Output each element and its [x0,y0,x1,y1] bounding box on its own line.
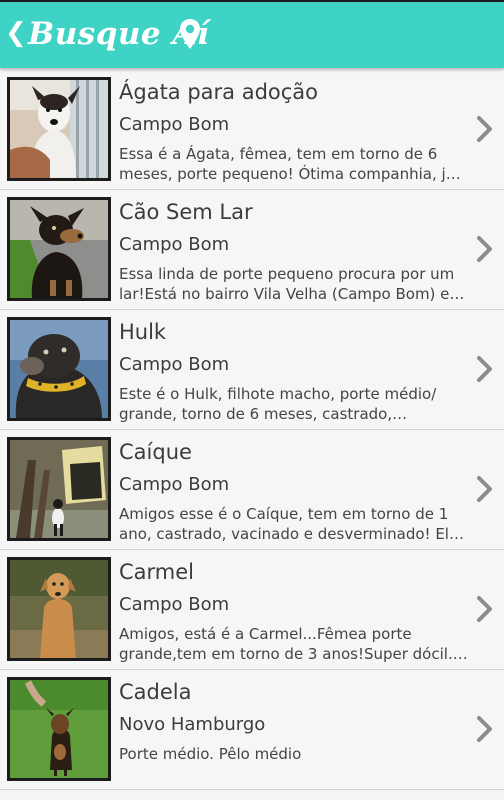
chevron-right-icon[interactable] [476,715,494,743]
pet-city: Campo Bom [119,474,230,495]
pet-photo [7,197,111,301]
list-item[interactable]: Hulk Campo Bom Este é o Hulk, filhote ma… [0,310,504,430]
pet-city: Campo Bom [119,114,230,135]
pet-city: Campo Bom [119,234,230,255]
chevron-right-icon[interactable] [476,355,494,383]
pet-city: Campo Bom [119,594,230,615]
app-header: ❮ Busque Aí [0,2,504,68]
pet-name: Ágata para adoção [119,80,319,104]
pet-photo [7,317,111,421]
list-item[interactable]: Ágata para adoção Campo Bom Essa é a Ága… [0,70,504,190]
chevron-right-icon[interactable] [476,475,494,503]
chevron-left-icon[interactable]: ❮ [5,18,27,48]
pet-description: Essa linda de porte pequeno procura por … [119,265,455,303]
chevron-right-icon[interactable] [476,115,494,143]
chevron-right-icon[interactable] [476,595,494,623]
pet-photo [7,437,111,541]
location-pin-icon[interactable] [179,18,201,50]
pet-name: Hulk [119,320,167,344]
pet-name: Carmel [119,560,195,584]
pet-description: Essa é a Ágata, fêmea, tem em torno de 6… [119,145,455,183]
pet-photo [7,77,111,181]
pet-city: Campo Bom [119,354,230,375]
pet-name: Caíque [119,440,192,464]
pet-photo [7,677,111,781]
pet-name: Cadela [119,680,192,704]
pet-description: Porte médio. Pêlo médio [119,745,302,763]
list-item[interactable]: Caíque Campo Bom Amigos esse é o Caíque,… [0,430,504,550]
list-item[interactable]: Carmel Campo Bom Amigos, está é a Carmel… [0,550,504,670]
pet-description: Amigos, está é a Carmel...Fêmea porte gr… [119,625,453,663]
chevron-right-icon[interactable] [476,235,494,263]
pet-city: Novo Hamburgo [119,714,266,735]
pet-name: Cão Sem Lar [119,200,253,224]
list-item[interactable]: Cadela Novo Hamburgo Porte médio. Pêlo m… [0,670,504,790]
pet-photo [7,557,111,661]
list-item[interactable]: Cão Sem Lar Campo Bom Essa linda de port… [0,190,504,310]
pet-description: Amigos esse é o Caíque, tem em torno de … [119,505,459,543]
pet-list: Ágata para adoção Campo Bom Essa é a Ága… [0,70,504,790]
pet-description: Este é o Hulk, filhote macho, porte médi… [119,385,437,423]
